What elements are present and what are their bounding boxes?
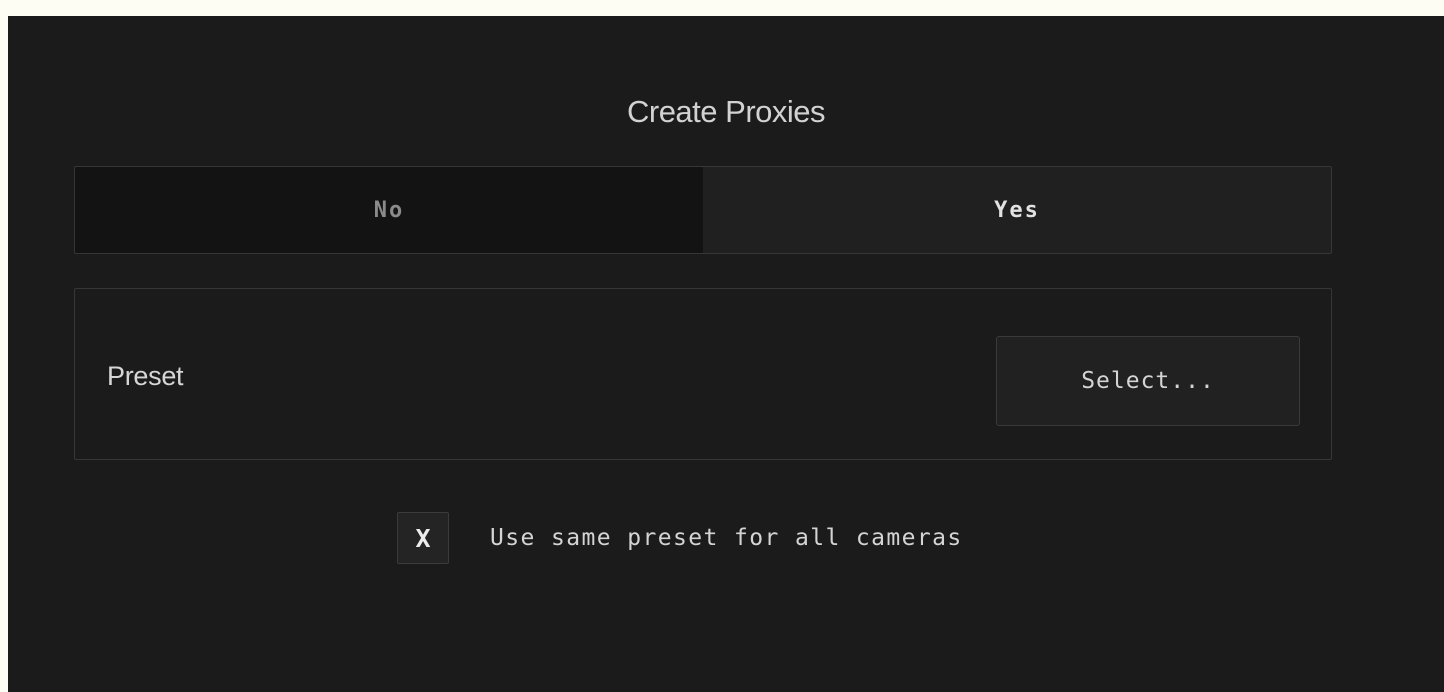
same-preset-checkbox[interactable]: X: [397, 512, 449, 564]
same-preset-label[interactable]: Use same preset for all cameras: [490, 525, 963, 551]
preset-label: Preset: [107, 361, 184, 391]
same-preset-option: X Use same preset for all cameras: [397, 512, 963, 564]
preset-row: Preset Select...: [74, 288, 1332, 460]
proxy-toggle: No Yes: [74, 166, 1332, 254]
toggle-option-yes[interactable]: Yes: [703, 167, 1331, 253]
toggle-option-no[interactable]: No: [75, 167, 703, 253]
preset-select-button[interactable]: Select...: [996, 336, 1300, 426]
create-proxies-panel: Create Proxies No Yes Preset Select... X…: [8, 16, 1444, 692]
dialog-title: Create Proxies: [626, 94, 826, 129]
check-x-icon: X: [415, 523, 431, 553]
